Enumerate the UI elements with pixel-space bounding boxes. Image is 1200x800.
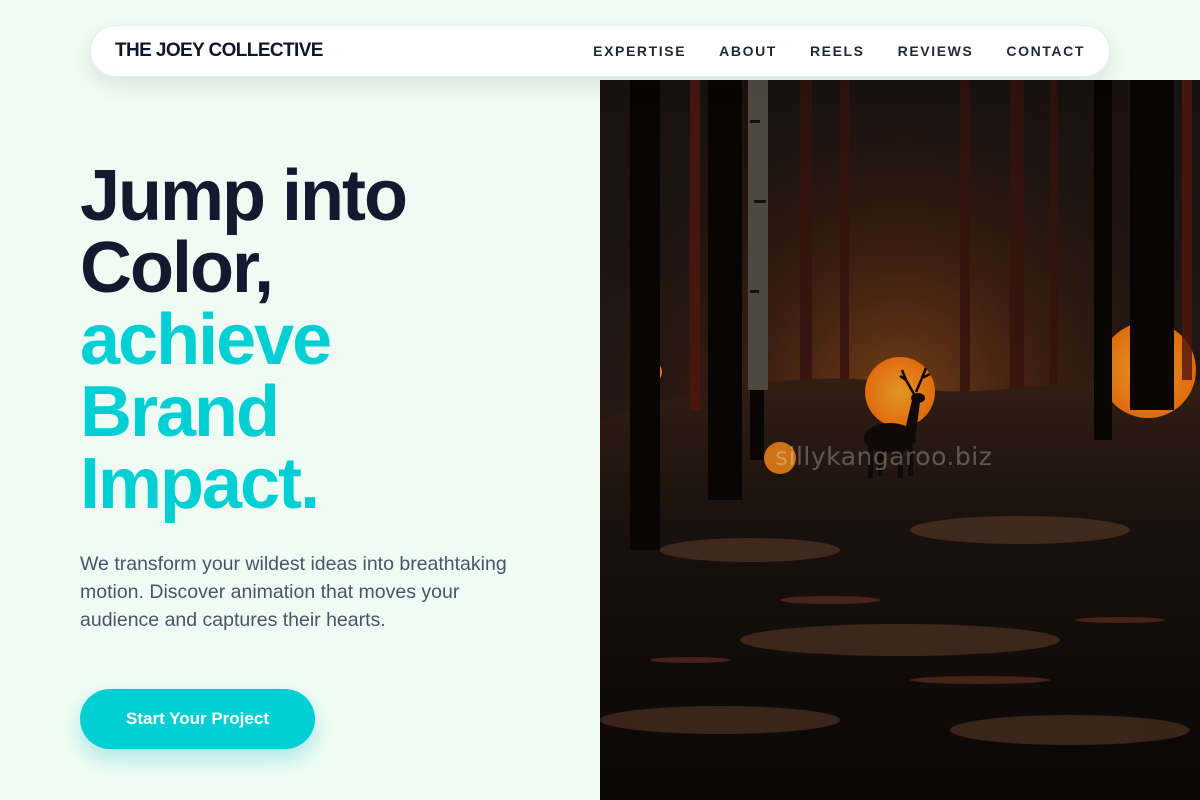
nav-link-about[interactable]: ABOUT <box>719 43 777 59</box>
hero-forest-image: sillykangaroo.biz <box>600 80 1200 800</box>
hero-copy: Jump into Color, achieve Brand Impact. W… <box>80 160 580 634</box>
headline-accent-line-2: Brand <box>80 372 280 452</box>
nav-link-contact[interactable]: CONTACT <box>1006 43 1085 59</box>
nav-link-expertise[interactable]: EXPERTISE <box>593 43 686 59</box>
nav-links: EXPERTISE ABOUT REELS REVIEWS CONTACT <box>593 43 1085 59</box>
nav-link-reviews[interactable]: REVIEWS <box>898 43 974 59</box>
image-watermark: sillykangaroo.biz <box>775 442 993 471</box>
headline-accent-line-1: achieve <box>80 300 332 380</box>
hero-headline: Jump into Color, achieve Brand Impact. <box>80 160 580 520</box>
headline-line-1: Jump into <box>80 156 408 236</box>
brand-logo-text[interactable]: THE JOEY COLLECTIVE <box>115 40 323 62</box>
start-project-button[interactable]: Start Your Project <box>80 689 315 749</box>
nav-link-reels[interactable]: REELS <box>810 43 865 59</box>
headline-accent-line-3: Impact. <box>80 444 320 524</box>
headline-line-2: Color, <box>80 228 274 308</box>
forest-deer-illustration <box>600 80 1200 800</box>
hero-subtext: We transform your wildest ideas into bre… <box>80 553 507 631</box>
top-navbar: THE JOEY COLLECTIVE EXPERTISE ABOUT REEL… <box>90 25 1110 77</box>
